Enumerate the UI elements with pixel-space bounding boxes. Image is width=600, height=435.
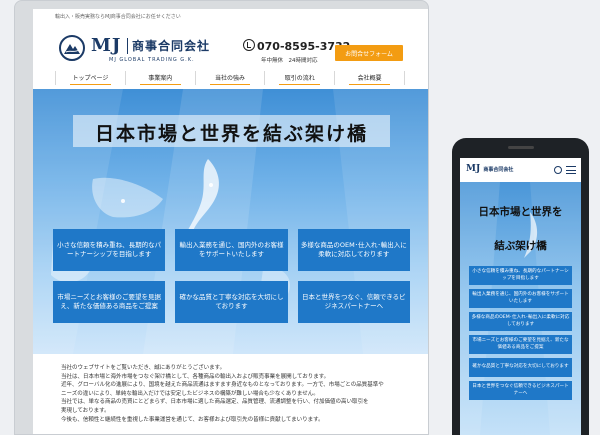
site-header: MJ 商事合同会社 MJ GLOBAL TRADING G.K. 070-859… bbox=[33, 19, 428, 69]
mobile-logo[interactable]: MJ 商事合同会社 bbox=[466, 164, 513, 174]
feature-card: 確かな品質と丁寧な対応を大切にしております bbox=[175, 281, 288, 323]
hero-section: 日本市場と世界を結ぶ架け橋 小さな信頼を積み重ね、長期的なパートナーシップを目指… bbox=[33, 89, 428, 354]
logo-divider bbox=[127, 38, 128, 54]
mobile-hero-title-line2: 結ぶ架け橋 bbox=[494, 240, 547, 252]
nav-underline bbox=[209, 83, 251, 85]
nav-underline bbox=[349, 83, 390, 85]
feature-card: 多様な商品のOEM･仕入れ･輸出入に柔軟に対応しております bbox=[297, 229, 410, 271]
nav-item-flow[interactable]: 取引の流れ bbox=[264, 71, 334, 85]
feature-card: 市場ニーズとお客様のご要望を見据え、新たな価値ある商品をご提案 bbox=[53, 281, 166, 323]
desktop-page: 輸出入・販売実務ならMJ商事合同会社にお任せください MJ 商事合同会社 MJ … bbox=[33, 9, 428, 434]
feature-card: 小さな信頼を積み重ね、長期的なパートナーシップを目指します bbox=[53, 229, 166, 271]
nav-label: トップページ bbox=[72, 75, 109, 82]
nav-underline bbox=[139, 83, 181, 85]
feature-card-grid: 小さな信頼を積み重ね、長期的なパートナーシップを目指します 輸出入業務を通じ、国… bbox=[53, 229, 410, 323]
intro-line: ニーズの違いにより、単純な輸出入だけでは安定したビジネスの構築が難しい場合も少な… bbox=[61, 390, 319, 397]
nav-label: 当社の強み bbox=[214, 75, 245, 82]
nav-underline bbox=[279, 83, 321, 85]
mobile-feature-card: 多様な商品のOEM･仕入れ･輸出入に柔軟に対応しております bbox=[469, 312, 572, 331]
intro-line: 当社は、日本市場と海外市場をつなぐ架け橋として、各種商品の輸出入および販売事業を… bbox=[61, 373, 330, 380]
intro-line: 今後も、信頼性と継続性を重視した事業運営を通じて、お客様および取引先の皆様に貢献… bbox=[61, 416, 324, 423]
mobile-mockup: MJ 商事合同会社 日本市場と世界を 結ぶ架け橋 小さな信頼を積み重ね、長期的な… bbox=[452, 138, 589, 435]
mobile-logo-mark: MJ bbox=[466, 164, 481, 174]
logo-name-en: MJ GLOBAL TRADING G.K. bbox=[109, 57, 195, 63]
hero-title: 日本市場と世界を結ぶ架け橋 bbox=[94, 123, 368, 145]
nav-label: 会社概要 bbox=[357, 75, 382, 82]
nav-item-company[interactable]: 会社概要 bbox=[334, 71, 405, 85]
contact-form-button[interactable]: お問合せフォーム bbox=[335, 45, 403, 61]
business-hours: 年中無休 24時間対応 bbox=[261, 58, 318, 64]
mobile-screen: MJ 商事合同会社 日本市場と世界を 結ぶ架け橋 小さな信頼を積み重ね、長期的な… bbox=[460, 158, 581, 435]
nav-item-top[interactable]: トップページ bbox=[55, 71, 125, 85]
feature-card: 日本と世界をつなぐ、信頼できるビジネスパートナーへ bbox=[297, 281, 410, 323]
nav-underline bbox=[70, 83, 111, 85]
hamburger-menu-icon[interactable] bbox=[566, 166, 576, 174]
intro-text: 当社のウェブサイトをご覧いただき、誠にありがとうございます。 当社は、日本市場と… bbox=[61, 364, 406, 424]
feature-card: 輸出入業務を通じ、国内外のお客様をサポートいたします bbox=[175, 229, 288, 271]
mobile-feature-card: 輸出入業務を通じ、国内外のお客様をサポートいたします bbox=[469, 289, 572, 308]
intro-line: 当社のウェブサイトをご覧いただき、誠にありがとうございます。 bbox=[61, 365, 226, 371]
phone-speaker bbox=[508, 146, 534, 149]
mobile-feature-card: 日本と世界をつなぐ信頼できるビジネスパートナーへ bbox=[469, 381, 572, 400]
mobile-card-list: 小さな信頼を積み重ね、長期的なパートナーシップを目指します 輸出入業務を通じ、国… bbox=[469, 266, 572, 404]
intro-line: 当社では、単なる商品の売買にとどまらず、日本市場に適した商品選定、品質管理、流通… bbox=[61, 399, 369, 406]
nav-item-strengths[interactable]: 当社の強み bbox=[194, 71, 265, 85]
desktop-mockup: 輸出入・販売実務ならMJ商事合同会社にお任せください MJ 商事合同会社 MJ … bbox=[14, 0, 429, 435]
mobile-hero-title-line1: 日本市場と世界を bbox=[478, 206, 563, 218]
phone-icon[interactable] bbox=[554, 166, 562, 174]
intro-line: 近年、グローバル化の進展により、国境を越えた商品流通はますます身近なものとなって… bbox=[61, 382, 384, 389]
nav-label: 取引の流れ bbox=[284, 75, 315, 82]
mobile-feature-card: 小さな信頼を積み重ね、長期的なパートナーシップを目指します bbox=[469, 266, 572, 285]
mountain-logo-icon bbox=[59, 35, 85, 61]
nav-label: 事業案内 bbox=[148, 75, 173, 82]
nav-item-business[interactable]: 事業案内 bbox=[124, 71, 195, 85]
mobile-hero: 日本市場と世界を 結ぶ架け橋 小さな信頼を積み重ね、長期的なパートナーシップを目… bbox=[460, 182, 581, 435]
mobile-logo-text: 商事合同会社 bbox=[483, 167, 514, 173]
mobile-feature-card: 市場ニーズとお客様のご要望を見据え、新たな価値ある商品をご提案 bbox=[469, 335, 572, 354]
phone-icon bbox=[243, 39, 255, 51]
intro-line: 実現しております。 bbox=[61, 407, 110, 414]
global-nav: トップページ 事業案内 当社の強み 取引の流れ 会社概要 bbox=[55, 71, 405, 85]
mobile-header: MJ 商事合同会社 bbox=[460, 158, 581, 182]
logo-name-jp: 商事合同会社 bbox=[132, 39, 211, 53]
mobile-feature-card: 確かな品質と丁寧な対応を大切にしております bbox=[469, 358, 572, 377]
site-logo[interactable]: MJ 商事合同会社 MJ GLOBAL TRADING G.K. bbox=[59, 33, 249, 69]
logo-mark-text: MJ bbox=[91, 35, 122, 56]
